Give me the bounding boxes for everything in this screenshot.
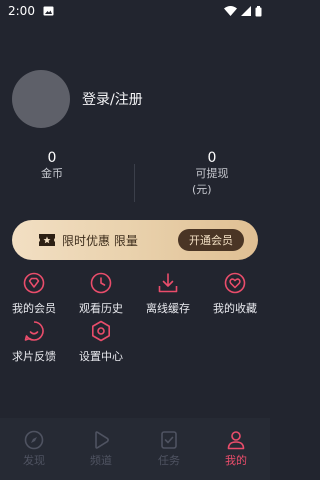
- feature-label: 我的会员: [12, 302, 56, 315]
- vip-promo-banner[interactable]: 限时优惠 限量 开通会员: [12, 220, 258, 260]
- bottom-tab-bar: 发现 频道 任务 我的: [0, 418, 270, 480]
- feature-my-favorites[interactable]: 我的收藏: [207, 272, 263, 316]
- withdrawable-unit: (元): [192, 183, 212, 196]
- feature-offline-cache[interactable]: 离线缓存: [140, 272, 196, 316]
- tab-label: 频道: [90, 454, 112, 467]
- compass-icon: [24, 430, 44, 450]
- tab-label: 我的: [225, 454, 247, 467]
- tab-label: 任务: [158, 454, 180, 467]
- settings-icon: [92, 320, 110, 342]
- ticket-icon: [39, 234, 55, 246]
- stats-divider: [134, 164, 135, 202]
- withdrawable-label: 可提现: [195, 167, 229, 180]
- withdrawable-value: 0: [207, 150, 217, 166]
- feature-label: 观看历史: [79, 302, 123, 315]
- battery-icon: [255, 5, 262, 16]
- coins-value: 0: [47, 150, 57, 166]
- open-vip-button[interactable]: 开通会员: [178, 229, 244, 251]
- feature-label: 我的收藏: [213, 302, 257, 315]
- tab-label: 发现: [23, 454, 45, 467]
- tab-discover[interactable]: 发现: [14, 430, 54, 468]
- play-icon: [95, 431, 109, 449]
- feature-my-vip[interactable]: 我的会员: [6, 272, 62, 316]
- feature-settings-center[interactable]: 设置中心: [73, 320, 129, 364]
- wifi-icon: [224, 6, 237, 16]
- feature-watch-history[interactable]: 观看历史: [73, 272, 129, 316]
- status-bar: 2:00: [0, 0, 270, 22]
- tab-mine[interactable]: 我的: [216, 430, 256, 468]
- coins-stat[interactable]: 0 金币: [37, 150, 67, 182]
- avatar[interactable]: [12, 70, 70, 128]
- image-icon: [43, 6, 54, 16]
- login-register-link[interactable]: 登录/注册: [82, 89, 143, 109]
- signal-icon: [241, 6, 251, 16]
- tab-channel[interactable]: 频道: [81, 430, 121, 468]
- feedback-icon: [24, 321, 44, 341]
- feature-label: 设置中心: [79, 350, 123, 363]
- download-icon: [158, 273, 178, 293]
- feature-request-feedback[interactable]: 求片反馈: [6, 320, 62, 364]
- clock-icon: [90, 272, 112, 294]
- coins-label: 金币: [41, 167, 63, 180]
- vip-diamond-icon: [23, 272, 45, 294]
- feature-label: 求片反馈: [12, 350, 56, 363]
- status-time: 2:00: [8, 4, 35, 18]
- profile-header[interactable]: 登录/注册: [12, 70, 143, 128]
- user-icon: [227, 431, 245, 450]
- heart-icon: [224, 272, 246, 294]
- task-icon: [161, 431, 177, 449]
- stats-row: 0 金币 0 可提现 (元): [0, 150, 270, 202]
- tab-tasks[interactable]: 任务: [149, 430, 189, 468]
- promo-text: 限时优惠 限量: [62, 233, 138, 248]
- feature-label: 离线缓存: [146, 302, 190, 315]
- withdrawable-stat[interactable]: 0 可提现 (元): [192, 150, 232, 198]
